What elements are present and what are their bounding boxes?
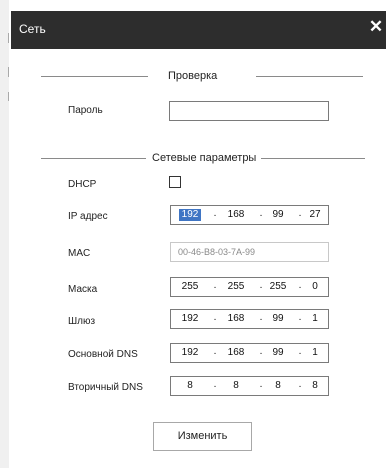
primary-dns-separator: . [213,346,217,357]
primary-dns-octet[interactable]: 192 [179,347,201,359]
primary-dns-octet[interactable]: 168 [225,347,247,359]
ip-octet[interactable]: 27 [304,209,326,221]
gateway-separator: . [213,312,217,323]
secondary-dns-separator: . [298,379,302,390]
mask-label: Маска [68,284,98,295]
secondary-dns-separator: . [213,379,217,390]
dhcp-label: DHCP [68,179,97,190]
secondary-dns-octet[interactable]: 8 [267,380,289,392]
verification-section-title: Проверка [168,70,218,82]
secondary-dns-field[interactable]: 8 . 8 . 8 . 8 [170,376,329,396]
gateway-label: Шлюз [68,316,96,327]
ip-octet[interactable]: 192 [179,209,201,221]
section-divider-left [41,158,146,159]
mac-field: 00-46-B8-03-7A-99 [170,242,329,262]
password-label: Пароль [68,105,103,116]
section-divider-right [256,76,363,77]
primary-dns-separator: . [259,346,263,357]
network-dialog: Сеть ✕ Проверка Пароль Сетевые параметры… [11,0,386,468]
gateway-octet[interactable]: 192 [179,313,201,325]
primary-dns-octet[interactable]: 1 [304,347,326,359]
password-field[interactable] [169,101,329,121]
ip-octet[interactable]: 99 [267,209,289,221]
mask-octet[interactable]: 0 [304,281,326,293]
background-divider [8,33,9,43]
secondary-dns-octet[interactable]: 8 [225,380,247,392]
primary-dns-label: Основной DNS [68,349,138,360]
ip-separator: . [259,208,263,219]
gateway-octet[interactable]: 99 [267,313,289,325]
primary-dns-field[interactable]: 192 . 168 . 99 . 1 [170,343,329,363]
gateway-octet[interactable]: 1 [304,313,326,325]
change-button[interactable]: Изменить [153,422,252,451]
background-window-edge [0,0,9,468]
ip-address-field[interactable]: 192 . 168 . 99 . 27 [170,205,329,225]
titlebar: Сеть ✕ [11,11,386,49]
ip-address-label: IP адрес [68,211,108,222]
background-divider [8,67,9,77]
gateway-separator: . [259,312,263,323]
window-title: Сеть [19,22,46,36]
screen: Сеть ✕ Проверка Пароль Сетевые параметры… [0,0,386,468]
mask-octet[interactable]: 255 [225,281,247,293]
close-icon[interactable]: ✕ [368,18,384,35]
primary-dns-octet[interactable]: 99 [267,347,289,359]
ip-separator: . [298,208,302,219]
secondary-dns-octet[interactable]: 8 [304,380,326,392]
section-divider-left [41,76,148,77]
mask-separator: . [298,280,302,291]
ip-separator: . [213,208,217,219]
gateway-field[interactable]: 192 . 168 . 99 . 1 [170,309,329,329]
secondary-dns-separator: . [259,379,263,390]
gateway-separator: . [298,312,302,323]
ip-octet[interactable]: 168 [225,209,247,221]
mask-octet[interactable]: 255 [179,281,201,293]
mask-field[interactable]: 255 . 255 . 255 . 0 [170,277,329,297]
mac-label: MAC [68,248,91,259]
mask-separator: . [213,280,217,291]
primary-dns-separator: . [298,346,302,357]
background-divider [8,92,9,101]
secondary-dns-octet[interactable]: 8 [179,380,201,392]
mask-separator: . [259,280,263,291]
dhcp-checkbox[interactable] [169,176,181,188]
network-section-title: Сетевые параметры [152,152,257,164]
secondary-dns-label: Вторичный DNS [68,382,143,393]
mask-octet[interactable]: 255 [267,281,289,293]
gateway-octet[interactable]: 168 [225,313,247,325]
mac-value: 00-46-B8-03-7A-99 [178,247,256,257]
section-divider-right [261,158,365,159]
